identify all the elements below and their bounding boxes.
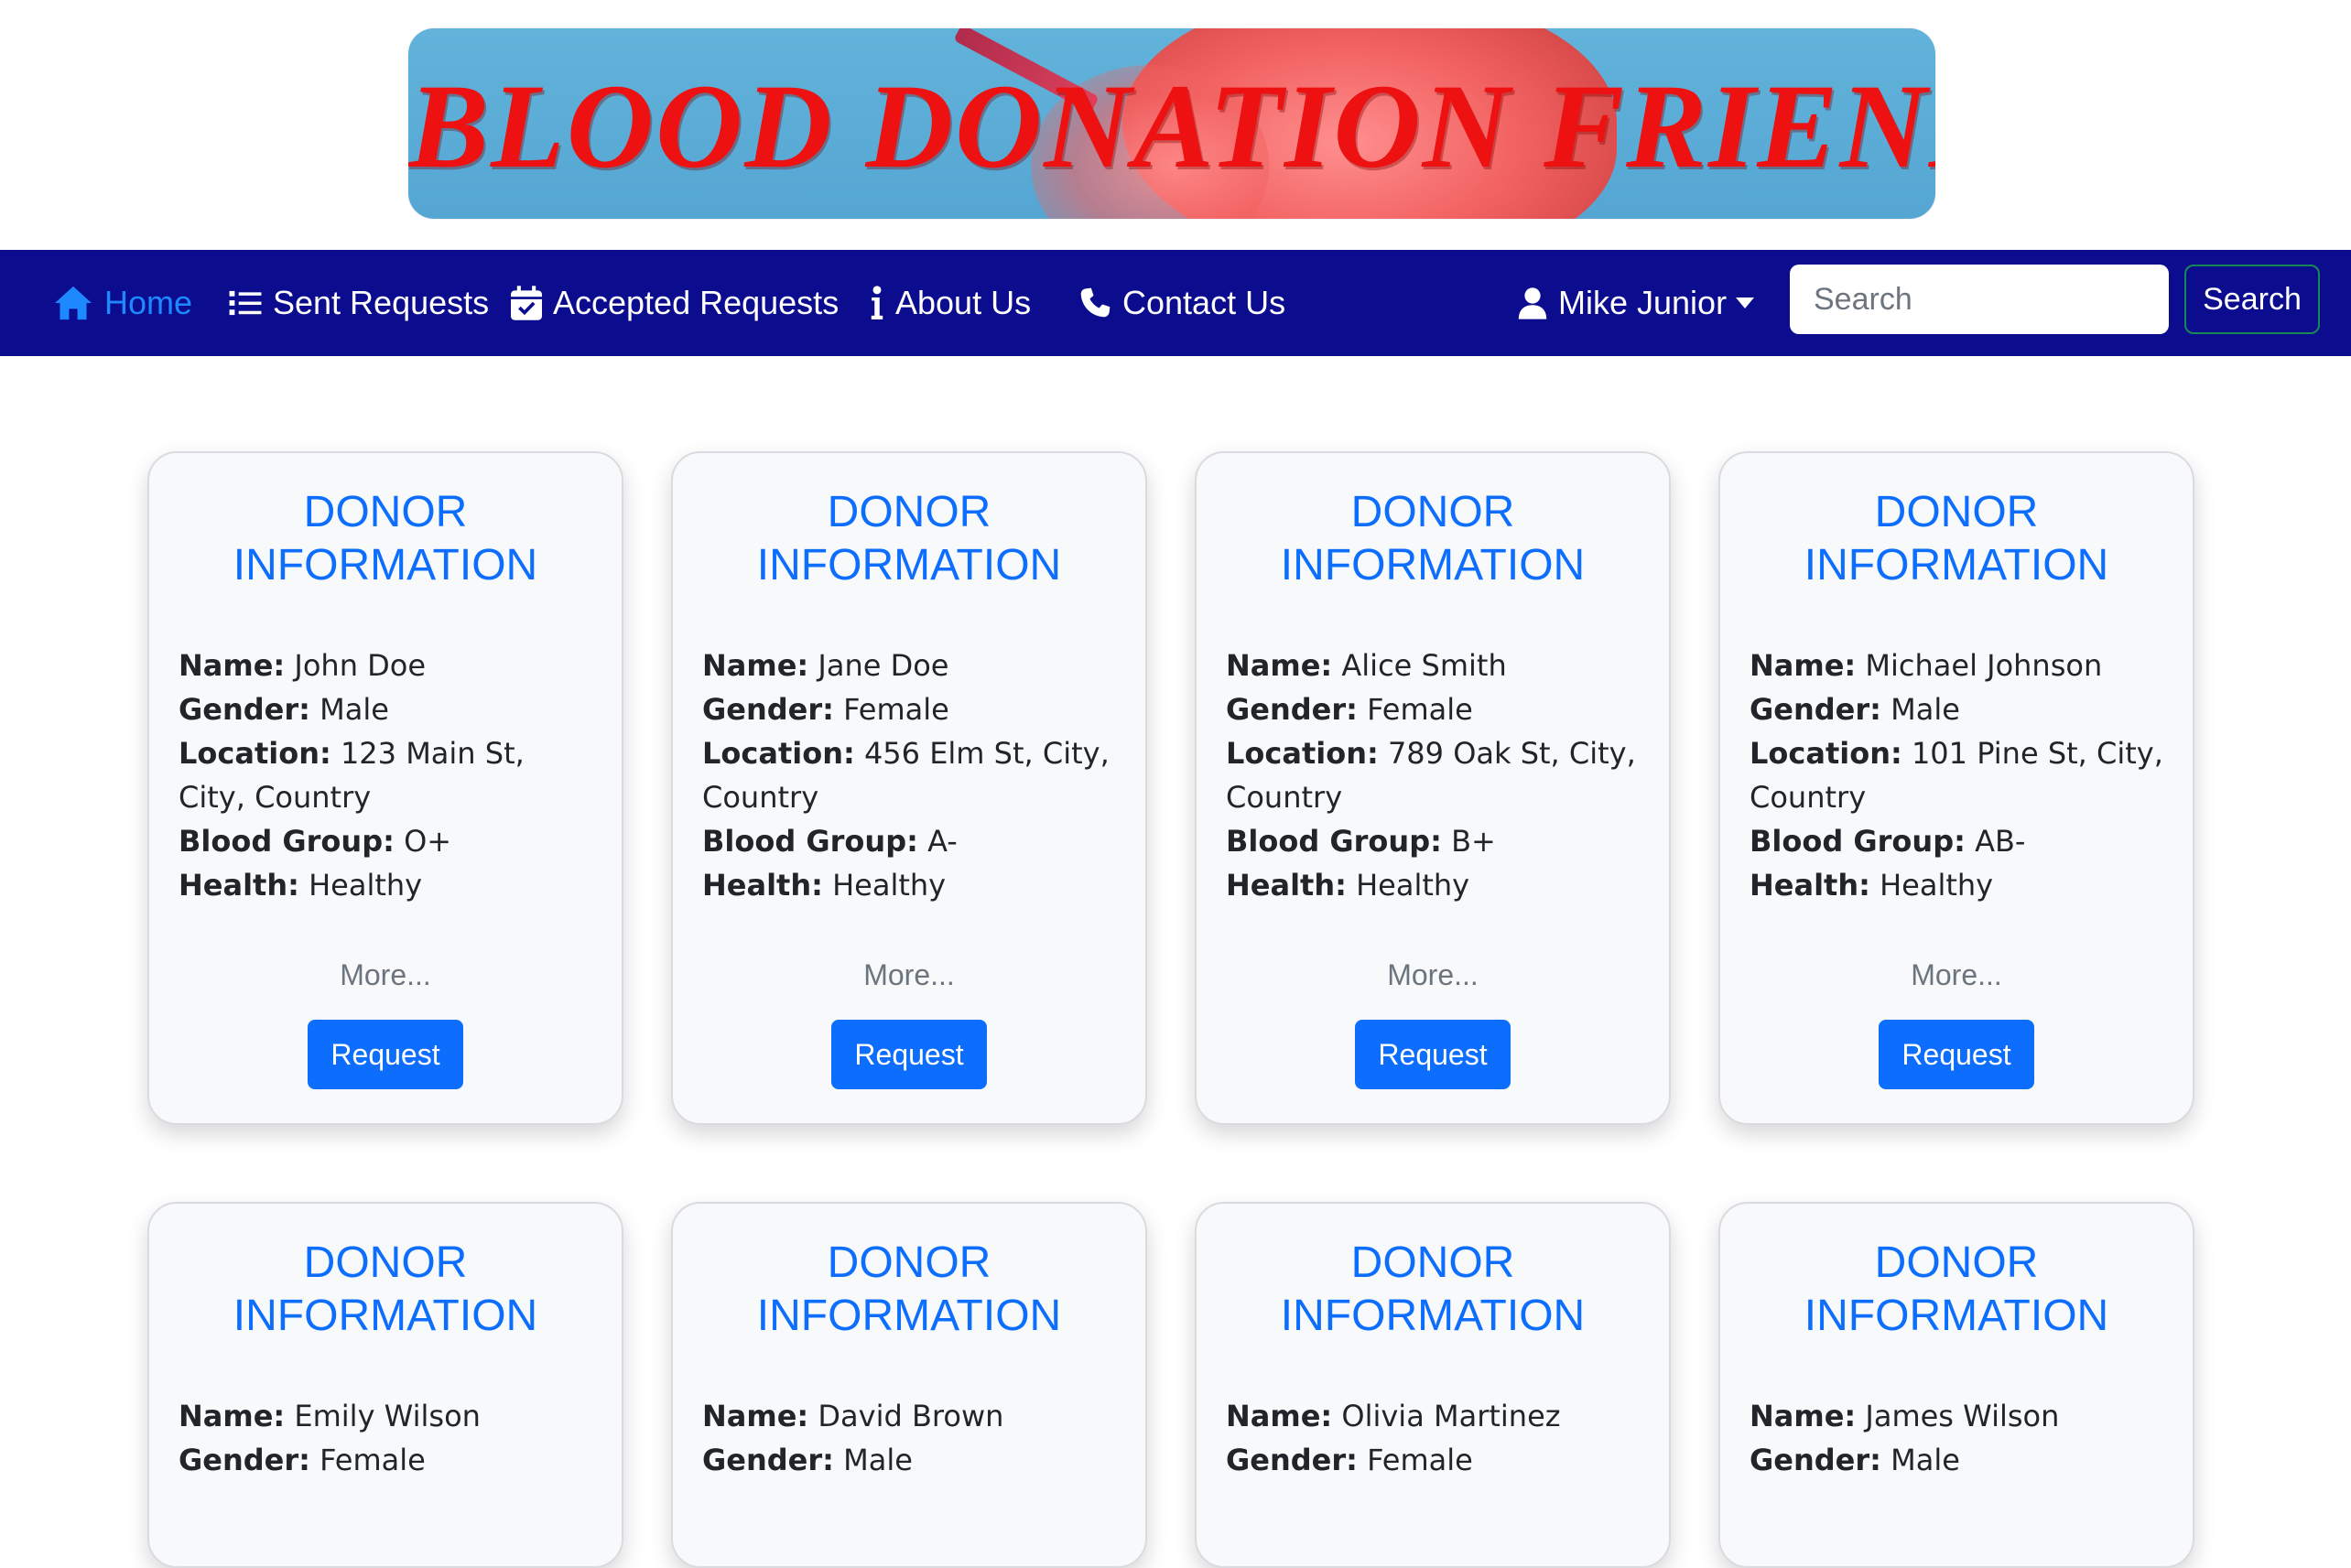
nav-contact-us-label: Contact Us bbox=[1122, 284, 1286, 321]
request-button[interactable]: Request bbox=[831, 1020, 987, 1089]
nav-about-us-label: About Us bbox=[895, 284, 1032, 321]
card-title: DONOR INFORMATION bbox=[756, 488, 1062, 589]
donor-details: Name: Olivia Martinez Gender: Female bbox=[1226, 1399, 1561, 1477]
request-button[interactable]: Request bbox=[1879, 1020, 2034, 1089]
card-title: DONOR INFORMATION bbox=[233, 1238, 538, 1340]
donor-details: Name: Alice Smith Gender: Female Locatio… bbox=[1226, 648, 1636, 903]
request-button[interactable]: Request bbox=[308, 1020, 463, 1089]
nav-home-link[interactable]: Home bbox=[53, 250, 192, 356]
info-icon bbox=[871, 286, 883, 319]
card-title: DONOR INFORMATION bbox=[233, 488, 538, 589]
user-menu-dropdown[interactable]: Mike Junior bbox=[1518, 250, 1755, 356]
donor-card: DONOR INFORMATION Name: Michael Johnson G… bbox=[1718, 451, 2194, 1125]
banner-title: BLOOD DONATION FRIEND bbox=[408, 59, 1935, 193]
nav-accepted-requests-link[interactable]: Accepted Requests bbox=[511, 250, 839, 356]
donor-card: DONOR INFORMATION Name: Alice Smith Gende… bbox=[1195, 451, 1671, 1125]
donor-details: Name: John Doe Gender: Male Location: 12… bbox=[179, 648, 525, 903]
donor-card: DONOR INFORMATION Name: David Brown Gende… bbox=[671, 1202, 1147, 1568]
donor-details: Name: James Wilson Gender: Male bbox=[1750, 1399, 2060, 1477]
nav-contact-us-link[interactable]: Contact Us bbox=[1078, 250, 1285, 356]
nav-sent-requests-link[interactable]: Sent Requests bbox=[229, 250, 489, 356]
user-icon bbox=[1518, 287, 1547, 319]
home-icon bbox=[55, 286, 92, 320]
phone-icon bbox=[1080, 287, 1110, 318]
donor-card: DONOR INFORMATION Name: Jane Doe Gender: … bbox=[671, 451, 1147, 1125]
donor-card: DONOR INFORMATION Name: James Wilson Gend… bbox=[1718, 1202, 2194, 1568]
site-banner: BLOOD DONATION FRIEND bbox=[408, 28, 1935, 219]
more-link[interactable]: More... bbox=[1720, 958, 2193, 992]
nav-accepted-requests-label: Accepted Requests bbox=[553, 284, 840, 321]
nav-sent-requests-label: Sent Requests bbox=[273, 284, 490, 321]
more-link[interactable]: More... bbox=[673, 958, 1145, 992]
chevron-down-icon bbox=[1736, 297, 1755, 308]
card-title: DONOR INFORMATION bbox=[756, 1238, 1062, 1340]
donor-card: DONOR INFORMATION Name: John Doe Gender: … bbox=[147, 451, 623, 1125]
more-link[interactable]: More... bbox=[1197, 958, 1669, 992]
donor-details: Name: Emily Wilson Gender: Female bbox=[179, 1399, 481, 1477]
donor-card: DONOR INFORMATION Name: Olivia Martinez G… bbox=[1195, 1202, 1671, 1568]
card-title: DONOR INFORMATION bbox=[1280, 488, 1586, 589]
nav-home-label: Home bbox=[104, 284, 193, 321]
donor-details: Name: Jane Doe Gender: Female Location: … bbox=[702, 648, 1110, 903]
search-button[interactable]: Search bbox=[2184, 265, 2320, 334]
search-input[interactable] bbox=[1790, 265, 2169, 334]
calendar-check-icon bbox=[511, 286, 542, 320]
user-name-label: Mike Junior bbox=[1558, 284, 1728, 321]
donor-details: Name: David Brown Gender: Male bbox=[702, 1399, 1004, 1477]
donor-card: DONOR INFORMATION Name: Emily Wilson Gend… bbox=[147, 1202, 623, 1568]
donor-details: Name: Michael Johnson Gender: Male Locat… bbox=[1750, 648, 2163, 903]
card-title: DONOR INFORMATION bbox=[1280, 1238, 1586, 1340]
card-title: DONOR INFORMATION bbox=[1804, 488, 2109, 589]
nav-about-us-link[interactable]: About Us bbox=[870, 250, 1031, 356]
more-link[interactable]: More... bbox=[149, 958, 622, 992]
list-icon bbox=[229, 290, 262, 316]
card-title: DONOR INFORMATION bbox=[1804, 1238, 2109, 1340]
request-button[interactable]: Request bbox=[1355, 1020, 1511, 1089]
